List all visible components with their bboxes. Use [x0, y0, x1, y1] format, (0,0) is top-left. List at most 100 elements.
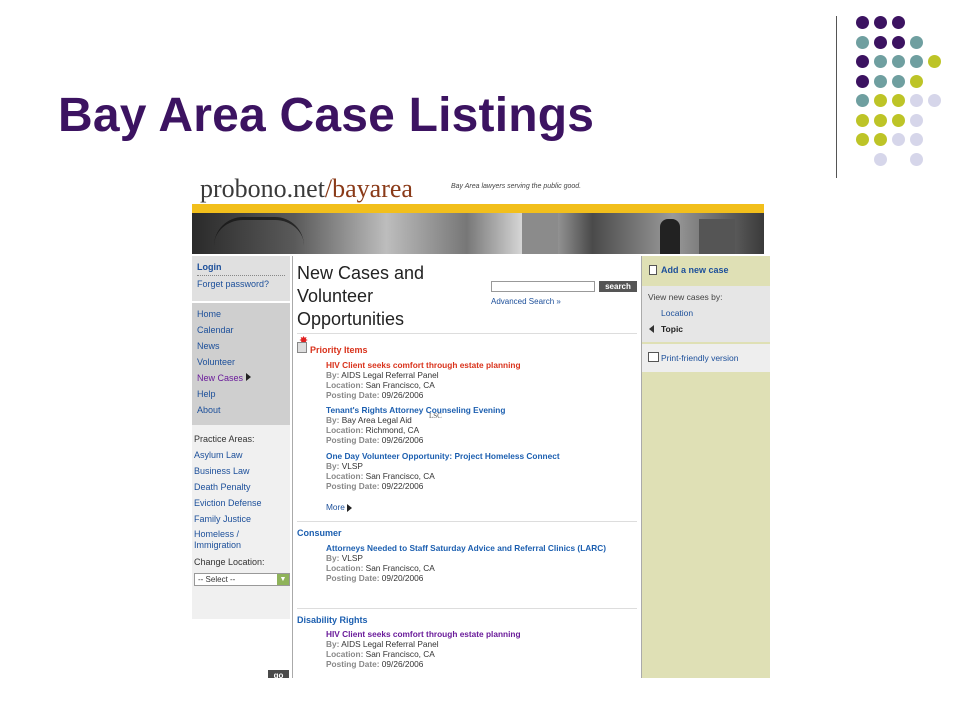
login-box: Login Forget password?: [192, 256, 290, 301]
location-select[interactable]: -- Select -- ▼: [194, 573, 290, 586]
decorative-dot: [910, 35, 923, 49]
list-item: One Day Volunteer Opportunity: Project H…: [326, 451, 560, 491]
practice-area-link[interactable]: Eviction Defense: [194, 495, 288, 511]
decorative-dot: [910, 113, 923, 127]
decorative-dot: [910, 74, 923, 88]
go-button[interactable]: go: [268, 670, 289, 678]
practice-areas-label: Practice Areas:: [194, 434, 255, 444]
decorative-dot: [874, 133, 887, 146]
decorative-dot: [856, 113, 869, 127]
decorative-dot: [874, 35, 887, 49]
divider-line: [836, 16, 837, 178]
search-input[interactable]: [491, 281, 595, 292]
practice-areas-box: Practice Areas: Asylum Law Business Law …: [192, 425, 290, 619]
decorative-dot: [856, 16, 869, 29]
right-sidebar: Add a new case View new cases by: Locati…: [642, 256, 770, 678]
nav-calendar[interactable]: Calendar: [197, 322, 285, 338]
nav-home[interactable]: Home: [197, 306, 285, 322]
divider: [297, 608, 637, 609]
printer-icon: [648, 352, 659, 362]
login-link[interactable]: Login: [197, 260, 285, 276]
advanced-search-link[interactable]: Advanced Search »: [491, 297, 561, 306]
listing-title-link[interactable]: Attorneys Needed to Staff Saturday Advic…: [326, 543, 616, 553]
decorative-dot: [892, 113, 905, 127]
change-location-label: Change Location:: [194, 557, 265, 567]
decorative-dot: [928, 94, 941, 107]
practice-area-link[interactable]: Homeless / Immigration: [194, 529, 254, 551]
slide-title: Bay Area Case Listings: [58, 89, 595, 142]
print-friendly-link[interactable]: Print-friendly version: [661, 353, 738, 363]
nav-new-cases[interactable]: New Cases: [197, 370, 285, 386]
list-item: Tenant's Rights Attorney Counseling Even…: [326, 405, 506, 445]
decorative-dot: [892, 94, 905, 107]
listing-title-link[interactable]: HIV Client seeks comfort through estate …: [326, 360, 521, 370]
decorative-dot: [892, 74, 905, 88]
decorative-dot: [874, 16, 887, 29]
add-case-box: Add a new case: [642, 256, 770, 284]
main-content: New Cases and Volunteer Opportunities se…: [292, 256, 642, 678]
nav-news[interactable]: News: [197, 338, 285, 354]
header-banner-image: [192, 213, 764, 254]
listing-title-link[interactable]: One Day Volunteer Opportunity: Project H…: [326, 451, 560, 461]
decorative-dot: [856, 133, 869, 146]
decorative-dot: [856, 55, 869, 68]
arrow-right-icon: [246, 373, 252, 381]
list-item: HIV Client seeks comfort through estate …: [326, 360, 521, 400]
view-by-box: View new cases by: Location Topic: [642, 286, 770, 342]
practice-area-link[interactable]: Asylum Law: [194, 447, 288, 463]
left-nav: Login Forget password? Home Calendar New…: [192, 256, 290, 678]
decorative-dot: [892, 16, 905, 29]
page-heading: New Cases and Volunteer Opportunities: [297, 263, 425, 329]
decorative-dot: [910, 55, 923, 68]
priority-items-title: Priority Items: [310, 345, 368, 355]
listing-title-link[interactable]: HIV Client seeks comfort through estate …: [326, 629, 521, 639]
practice-area-link[interactable]: Family Justice: [194, 511, 288, 527]
document-icon: [649, 265, 657, 275]
decorative-dot: [874, 113, 887, 127]
website-screenshot: probono.net/bayarea Bay Area lawyers ser…: [192, 170, 770, 678]
decorative-dot: [874, 94, 887, 107]
document-icon: [297, 342, 307, 353]
decorative-dot: [892, 133, 905, 146]
bridge-silhouette: [214, 217, 304, 246]
listing-title-link[interactable]: Tenant's Rights Attorney Counseling Even…: [326, 405, 505, 415]
nav-volunteer[interactable]: Volunteer: [197, 354, 285, 370]
decorative-dot: [910, 152, 923, 166]
lsc-logo: LSC: [429, 412, 442, 420]
divider: [297, 521, 637, 522]
practice-area-link[interactable]: Death Penalty: [194, 479, 288, 495]
decorative-dot: [856, 94, 869, 107]
site-logo[interactable]: probono.net/bayarea: [200, 174, 413, 204]
section-title-disability[interactable]: Disability Rights: [297, 615, 368, 625]
nav-help[interactable]: Help: [197, 386, 285, 402]
nav-about[interactable]: About: [197, 402, 285, 418]
list-item: Attorneys Needed to Staff Saturday Advic…: [326, 543, 616, 583]
section-title-consumer[interactable]: Consumer: [297, 528, 342, 538]
search-button[interactable]: search: [599, 281, 637, 292]
list-item: HIV Client seeks comfort through estate …: [326, 629, 521, 669]
site-tagline: Bay Area lawyers serving the public good…: [451, 183, 582, 190]
forgot-password-link[interactable]: Forget password?: [197, 276, 285, 292]
chevron-down-icon: ▼: [277, 574, 289, 585]
decorative-dot: [910, 133, 923, 146]
decorative-dot: [928, 55, 941, 68]
decorative-dot: [874, 152, 887, 166]
header-bar: [192, 204, 764, 213]
arrow-left-icon: [649, 325, 654, 333]
decorative-dot: [910, 94, 923, 107]
banner-photo-segment: [522, 213, 558, 254]
view-by-location-link[interactable]: Location: [661, 308, 693, 318]
arrow-right-icon: [346, 503, 352, 512]
decorative-dot: [856, 74, 869, 88]
print-box: Print-friendly version: [642, 344, 770, 372]
decorative-dot: [892, 55, 905, 68]
practice-area-link[interactable]: Business Law: [194, 463, 288, 479]
add-new-case-link[interactable]: Add a new case: [661, 265, 729, 275]
decorative-dot: [892, 35, 905, 49]
view-by-label: View new cases by:: [648, 292, 723, 302]
decorative-dot: [874, 55, 887, 68]
view-by-topic: Topic: [661, 324, 684, 334]
divider: [297, 333, 637, 334]
banner-photo-segment: [660, 219, 680, 254]
more-link[interactable]: More: [326, 502, 352, 512]
